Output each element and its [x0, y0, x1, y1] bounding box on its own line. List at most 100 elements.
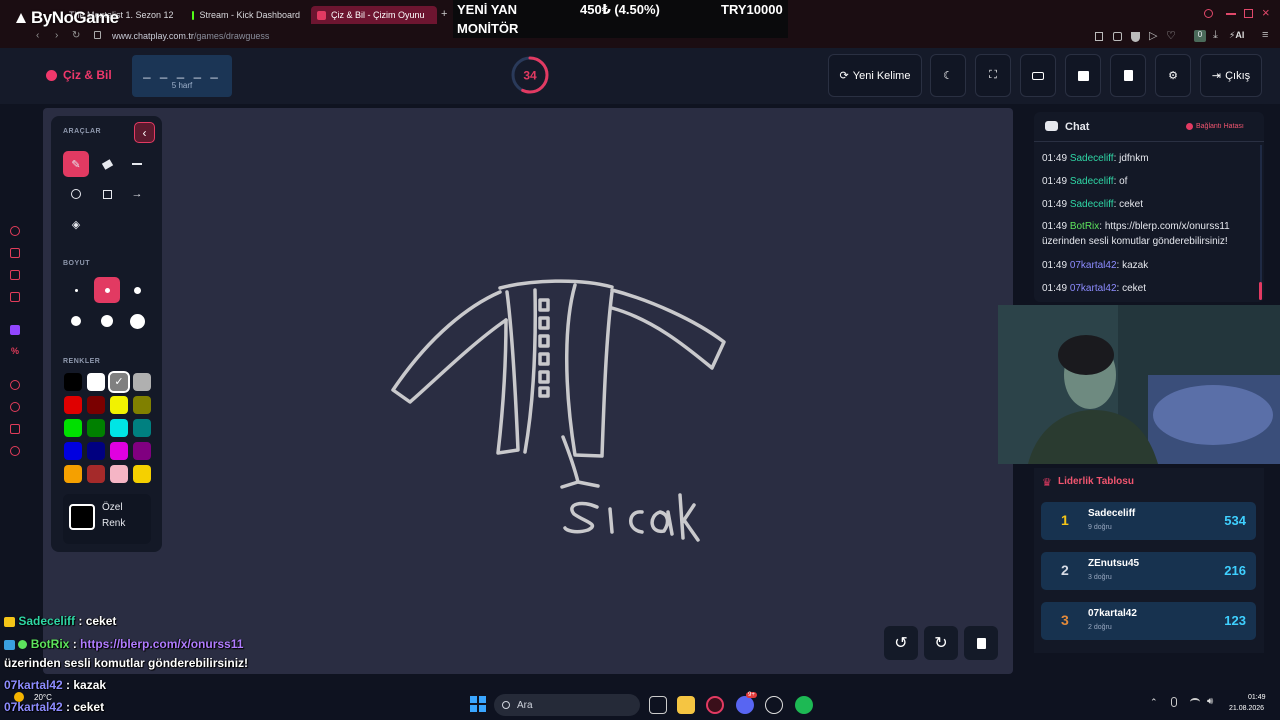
extension-icon[interactable]: 0 [1194, 30, 1206, 42]
circle-tool[interactable] [63, 181, 89, 207]
clock-date[interactable]: 21.08.2026 [1229, 705, 1264, 712]
size-3[interactable] [124, 277, 150, 303]
brush-tool[interactable]: ✎ [63, 151, 89, 177]
twitch-icon[interactable] [10, 325, 20, 335]
color-swatch[interactable] [64, 396, 82, 414]
spotify-icon[interactable] [795, 696, 813, 714]
new-tab-button[interactable]: + [441, 8, 447, 20]
discord-icon[interactable] [736, 696, 754, 714]
heart-icon[interactable]: ♡ [1166, 29, 1176, 42]
line-tool[interactable] [124, 151, 150, 177]
size-1[interactable] [63, 277, 89, 303]
color-swatch[interactable] [64, 419, 82, 437]
search-icon[interactable] [1204, 9, 1213, 18]
chevron-up-icon[interactable]: ⌃ [1150, 697, 1158, 708]
size-6[interactable] [124, 308, 150, 334]
color-swatch[interactable] [133, 442, 151, 460]
logout-button[interactable]: ⇥ Çıkış [1200, 54, 1262, 97]
forward-icon[interactable]: › [55, 30, 58, 41]
redo-button[interactable]: ↻ [924, 626, 958, 660]
settings-button[interactable]: ⚙ [1155, 54, 1191, 97]
download-icon[interactable]: ⤓ [1213, 29, 1218, 42]
tab-ciz-bil[interactable]: Çiz & Bil - Çizim Oyunu [311, 6, 437, 24]
strip-bot-icon[interactable] [10, 248, 20, 258]
color-swatch[interactable] [87, 419, 105, 437]
color-swatch[interactable] [133, 396, 151, 414]
rectangle-tool[interactable] [94, 181, 120, 207]
back-icon[interactable]: ‹ [36, 30, 39, 41]
strip-link-icon[interactable] [10, 424, 20, 434]
dark-mode-button[interactable]: ☾ [930, 54, 966, 97]
task-view-icon[interactable] [649, 696, 667, 714]
strip-clock-icon[interactable] [10, 402, 20, 412]
color-swatch[interactable] [110, 442, 128, 460]
color-swatch[interactable] [87, 465, 105, 483]
microphone-icon[interactable] [1171, 697, 1177, 707]
clear-button[interactable] [1110, 54, 1146, 97]
clock-time[interactable]: 01:49 [1248, 694, 1266, 701]
chat-scrollbar-track[interactable] [1260, 145, 1262, 300]
opera-gx-icon[interactable] [706, 696, 724, 714]
drawing-canvas[interactable] [43, 108, 1013, 674]
color-swatch[interactable] [110, 465, 128, 483]
chat-scrollbar-thumb[interactable] [1259, 282, 1262, 300]
close-icon[interactable]: × [1262, 5, 1270, 20]
color-swatch[interactable] [64, 465, 82, 483]
color-swatch[interactable] [87, 373, 105, 391]
windows-start-icon[interactable] [470, 696, 486, 712]
eraser-tool[interactable] [94, 151, 120, 177]
color-swatch[interactable] [110, 396, 128, 414]
clear-canvas-button[interactable] [964, 626, 998, 660]
percent-icon[interactable]: % [11, 346, 19, 356]
color-swatch[interactable] [64, 373, 82, 391]
color-swatch[interactable] [110, 419, 128, 437]
strip-settings-icon[interactable] [10, 446, 20, 456]
maximize-icon[interactable] [1244, 9, 1253, 18]
size-5[interactable] [94, 308, 120, 334]
color-swatch[interactable] [133, 373, 151, 391]
strip-refresh-icon[interactable] [10, 226, 20, 236]
taskbar-search[interactable]: Ara [494, 694, 640, 716]
obs-icon[interactable] [765, 696, 783, 714]
strip-gift-icon[interactable] [10, 270, 20, 280]
strip-record-icon[interactable] [10, 380, 20, 390]
collapse-panel-button[interactable]: ‹ [134, 122, 155, 143]
ai-button[interactable]: ⚡AI [1229, 30, 1244, 41]
fill-tool[interactable]: ◈ [63, 211, 89, 237]
size-4[interactable] [63, 308, 89, 334]
fullscreen-button[interactable]: ⛶ [975, 54, 1011, 97]
color-swatch[interactable] [87, 396, 105, 414]
url-bar[interactable]: www.chatplay.com.tr/games/drawguess [112, 31, 269, 41]
lock-icon [94, 31, 101, 39]
undo-icon: ↺ [894, 635, 908, 652]
size-2[interactable] [94, 277, 120, 303]
bookmark-icon[interactable] [1095, 32, 1103, 41]
screenshot-icon[interactable] [1113, 32, 1122, 41]
undo-button[interactable]: ↺ [884, 626, 918, 660]
reload-icon[interactable]: ↻ [72, 30, 80, 41]
color-swatch[interactable] [64, 442, 82, 460]
custom-color-button[interactable]: Özel Renk [63, 494, 151, 544]
file-explorer-icon[interactable] [677, 696, 695, 714]
archive-button[interactable] [1065, 54, 1101, 97]
speaker-icon[interactable]: 🔊︎ [1207, 696, 1213, 707]
color-swatch[interactable] [87, 442, 105, 460]
tab-kick-dashboard[interactable]: Stream - Kick Dashboard [186, 6, 306, 24]
new-word-button[interactable]: ⟳ Yeni Kelime [828, 54, 922, 97]
wifi-icon[interactable] [1190, 698, 1200, 706]
archive-icon [1077, 70, 1089, 81]
jacket-right-sleeve [610, 288, 726, 370]
color-swatch[interactable] [133, 465, 151, 483]
menu-icon[interactable]: ≡ [1262, 29, 1268, 41]
minimize-icon[interactable] [1226, 13, 1236, 15]
shield-icon[interactable] [1131, 32, 1140, 42]
play-icon[interactable]: ▷ [1149, 29, 1157, 42]
keyboard-button[interactable] [1020, 54, 1056, 97]
strip-mail-icon[interactable] [10, 292, 20, 302]
color-swatch[interactable]: ✓ [108, 371, 130, 393]
arrow-tool[interactable]: → [124, 181, 150, 207]
badge-icon [4, 616, 15, 627]
leaderboard-title: Liderlik Tablosu [1058, 476, 1134, 487]
color-swatch[interactable] [133, 419, 151, 437]
eraser-icon [101, 158, 113, 170]
